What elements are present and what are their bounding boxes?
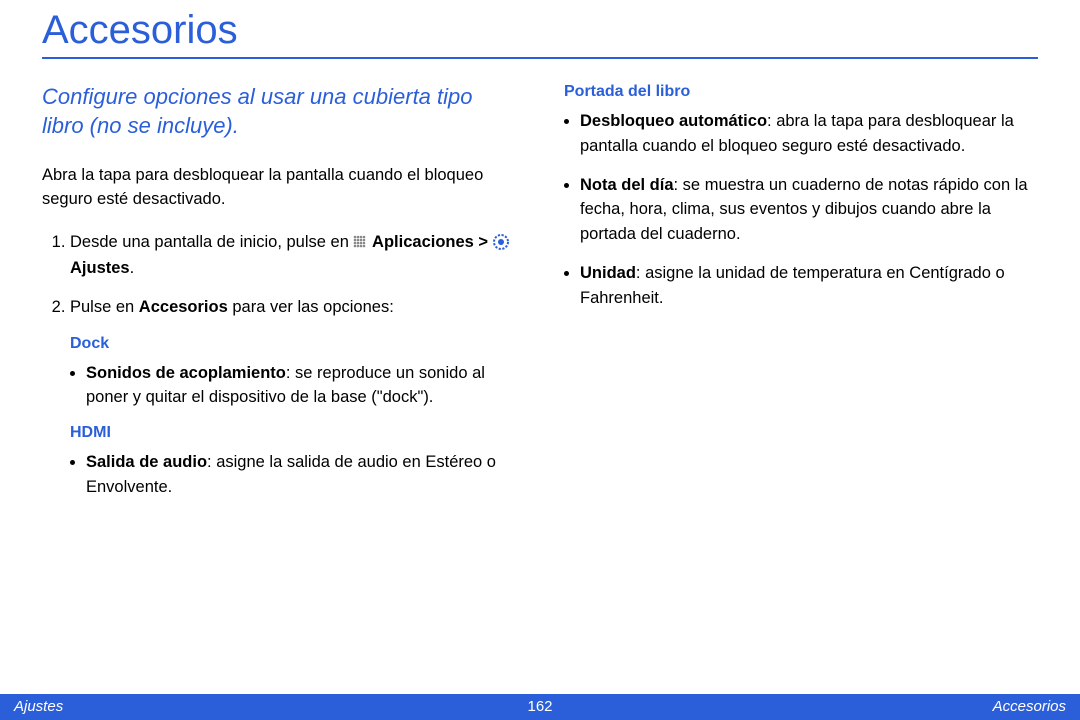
footer-page-number: 162 <box>527 698 552 715</box>
intro-text: Abra la tapa para desbloquear la pantall… <box>42 164 516 212</box>
portada-label: Portada del libro <box>564 83 1038 101</box>
step-2: Pulse en Accesorios para ver las opcione… <box>70 295 516 321</box>
portada-item-1: Desbloqueo automático: abra la tapa para… <box>580 109 1038 159</box>
apps-grid-icon <box>353 235 367 249</box>
step1-ajustes: Ajustes <box>70 259 130 277</box>
subtitle: Configure opciones al usar una cubierta … <box>42 83 516 140</box>
step1-pre: Desde una pantalla de inicio, pulse en <box>70 233 353 251</box>
portada-bullets: Desbloqueo automático: abra la tapa para… <box>564 109 1038 310</box>
document-page: Accesorios Configure opciones al usar un… <box>0 0 1080 514</box>
step2-pre: Pulse en <box>70 298 139 316</box>
portada-2-bold: Nota del día <box>580 176 674 194</box>
portada-3-bold: Unidad <box>580 264 636 282</box>
right-column: Portada del libro Desbloqueo automático:… <box>564 83 1038 514</box>
portada-1-bold: Desbloqueo automático <box>580 112 767 130</box>
step2-post: para ver las opciones: <box>228 298 394 316</box>
dock-bullets: Sonidos de acoplamiento: se reproduce un… <box>70 361 516 411</box>
hdmi-item-bold: Salida de audio <box>86 453 207 471</box>
steps-list: Desde una pantalla de inicio, pulse en A… <box>42 230 516 321</box>
page-title: Accesorios <box>42 8 1038 59</box>
dock-item-bold: Sonidos de acoplamiento <box>86 364 286 382</box>
portada-item-3: Unidad: asigne la unidad de temperatura … <box>580 261 1038 311</box>
portada-item-2: Nota del día: se muestra un cuaderno de … <box>580 173 1038 247</box>
gear-icon <box>493 234 509 250</box>
dock-label: Dock <box>70 335 516 353</box>
footer-left: Ajustes <box>14 698 63 715</box>
step1-apps: Aplicaciones > <box>372 233 493 251</box>
step2-bold: Accesorios <box>139 298 228 316</box>
step1-period: . <box>130 259 135 277</box>
step-1: Desde una pantalla de inicio, pulse en A… <box>70 230 516 281</box>
hdmi-item: Salida de audio: asigne la salida de aud… <box>86 450 516 500</box>
hdmi-bullets: Salida de audio: asigne la salida de aud… <box>70 450 516 500</box>
dock-item: Sonidos de acoplamiento: se reproduce un… <box>86 361 516 411</box>
page-footer: Ajustes 162 Accesorios <box>0 694 1080 720</box>
hdmi-label: HDMI <box>70 424 516 442</box>
left-column: Configure opciones al usar una cubierta … <box>42 83 516 514</box>
portada-3-rest: : asigne la unidad de temperatura en Cen… <box>580 264 1005 307</box>
footer-right: Accesorios <box>993 698 1066 715</box>
content-columns: Configure opciones al usar una cubierta … <box>42 83 1038 514</box>
